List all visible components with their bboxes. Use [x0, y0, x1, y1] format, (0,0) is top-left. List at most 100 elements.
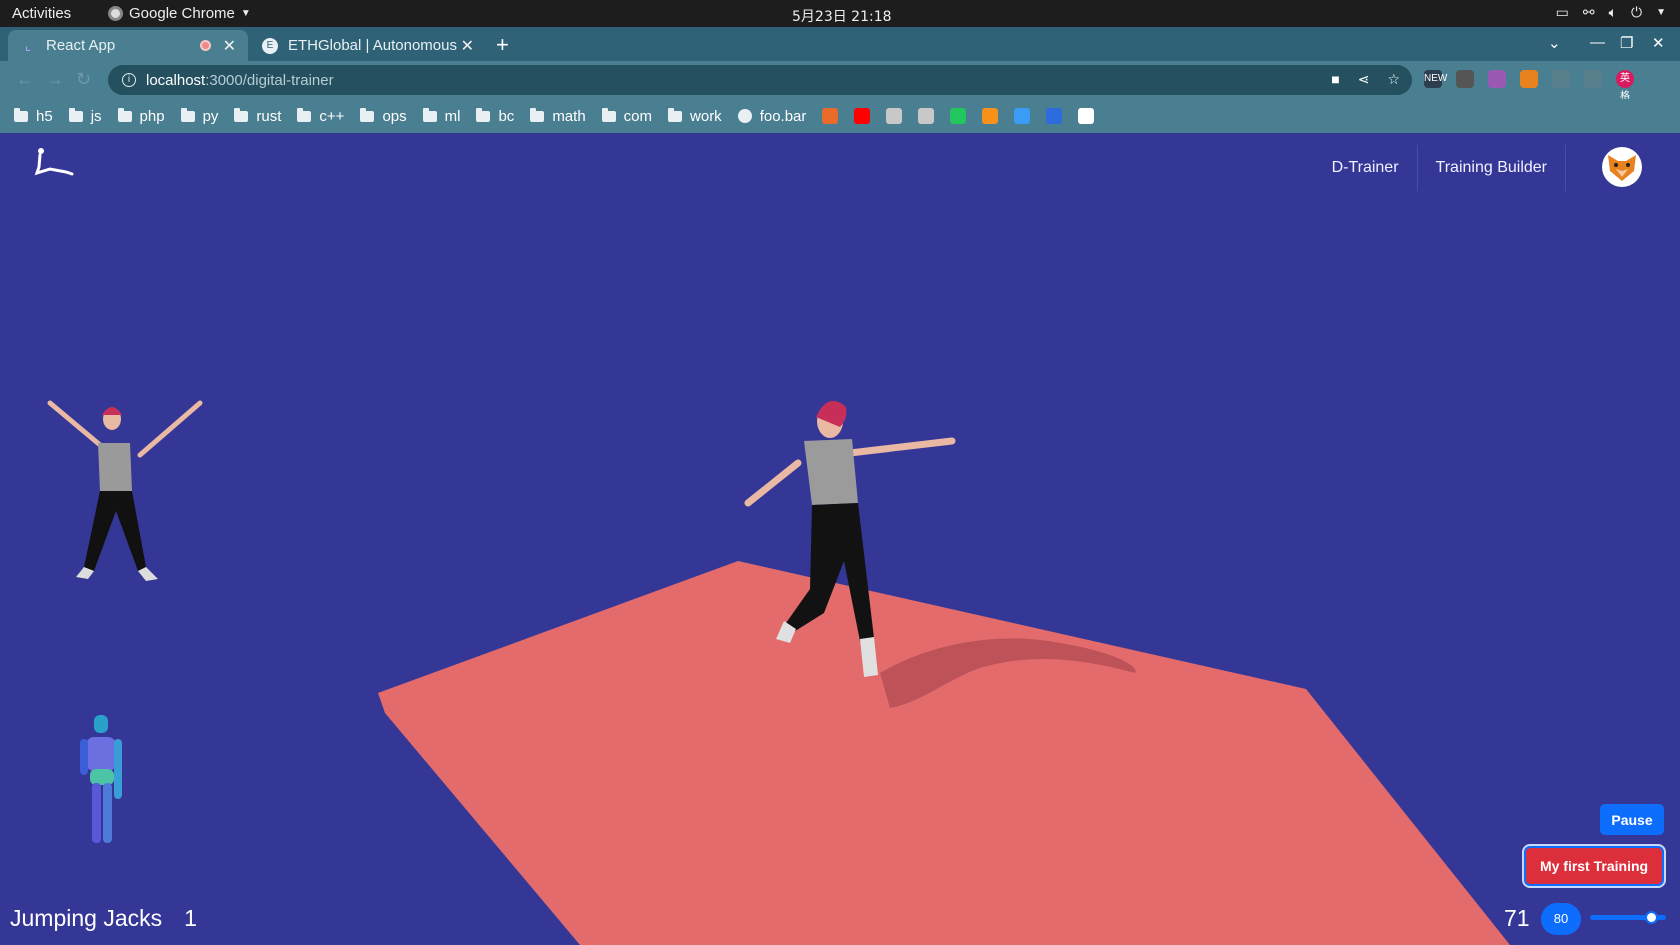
folder-icon	[476, 107, 491, 122]
tray-caret-icon[interactable]: ▼	[1656, 7, 1666, 18]
folder-icon	[530, 107, 545, 122]
new-extension-icon[interactable]: NEW	[1424, 70, 1447, 88]
close-tab-icon[interactable]: ✕	[461, 36, 474, 56]
eye-icon[interactable]	[886, 108, 903, 124]
digital-trainer-app: D-Trainer Training Builder Jumping Jacks…	[0, 133, 1680, 945]
metamask-extension-icon[interactable]	[1520, 70, 1538, 88]
bookmark-work[interactable]: work	[668, 107, 722, 125]
reference-pose-avatar	[47, 400, 203, 581]
profile-extension-icon[interactable]: 英格	[1616, 70, 1634, 102]
folder-icon	[180, 107, 195, 122]
paw-icon[interactable]	[1046, 108, 1063, 124]
tab-react-app[interactable]: ⌞ React App ✕	[8, 30, 248, 61]
arc-icon[interactable]	[822, 108, 839, 124]
exercise-count: 1	[184, 905, 197, 931]
folder-icon	[360, 107, 375, 122]
slider-thumb[interactable]	[1644, 911, 1658, 924]
bookmark-ml[interactable]: ml	[422, 107, 461, 125]
tab-title: React App	[46, 37, 116, 54]
nav-d-trainer[interactable]: D-Trainer	[1314, 145, 1418, 191]
tab-title: ETHGlobal | Autonomous	[288, 37, 457, 54]
tab-search-icon[interactable]: ⌄	[1548, 34, 1561, 52]
metamask-avatar[interactable]	[1602, 147, 1642, 187]
youtube-icon[interactable]	[854, 108, 871, 124]
puzzle-extension-icon[interactable]	[1584, 70, 1602, 88]
bookmark-label: js	[90, 107, 102, 125]
bookmark-h5[interactable]: h5	[14, 107, 53, 125]
recording-icon	[199, 40, 211, 51]
restore-icon[interactable]: ❐	[1620, 34, 1633, 52]
bookmarks-bar: h5 js php py rust c++ ops ml bc math com work foo.ba…	[0, 99, 1680, 133]
pause-button[interactable]: Pause	[1600, 804, 1664, 835]
app-menu-label: Google Chrome	[129, 5, 235, 22]
extensions-row: NEW 英格	[1424, 70, 1634, 102]
tab-ethglobal[interactable]: E ETHGlobal | Autonomous ✕	[250, 30, 486, 61]
reload-icon[interactable]: ↻	[76, 69, 91, 90]
bookmark-js[interactable]: js	[68, 107, 102, 125]
exercise-name: Jumping Jacks	[10, 905, 163, 931]
color-wheel-extension-icon[interactable]	[1488, 70, 1506, 88]
share-icon[interactable]: ⋖	[1358, 71, 1370, 88]
trainer-avatar	[744, 400, 956, 677]
bookmark-foo-bar[interactable]: foo.bar	[737, 108, 806, 125]
folder-icon	[234, 107, 249, 122]
folder-icon	[601, 107, 616, 122]
clock[interactable]: 5月23日 21:18	[792, 6, 892, 26]
gray-extension-icon[interactable]	[1552, 70, 1570, 88]
address-bar[interactable]: i localhost:3000/digital-trainer ■ ⋖ ☆	[108, 65, 1412, 95]
app-logo[interactable]	[34, 145, 76, 177]
glasses-extension-icon[interactable]	[1456, 70, 1474, 88]
bookmark-label: php	[139, 107, 165, 125]
folder-icon	[297, 107, 312, 122]
new-tab-icon[interactable]: +	[496, 32, 509, 58]
bookmark-py[interactable]: py	[180, 107, 218, 125]
bookmark-c-[interactable]: c++	[297, 107, 344, 125]
globe-icon	[737, 109, 752, 123]
activities-button[interactable]: Activities	[12, 5, 71, 22]
speed-slider[interactable]	[1590, 911, 1666, 924]
google-icon[interactable]	[1078, 108, 1095, 124]
my-first-training-button[interactable]: My first Training	[1522, 844, 1666, 888]
back-icon[interactable]: ←	[16, 69, 34, 90]
bookmark-com[interactable]: com	[601, 107, 653, 125]
bookmark-label: bc	[498, 107, 515, 125]
tab-strip: ⌞ React App ✕ E ETHGlobal | Autonomous ✕…	[0, 27, 1680, 61]
bookmark-php[interactable]: php	[117, 107, 165, 125]
bookmark-ops[interactable]: ops	[360, 107, 407, 125]
minimize-icon[interactable]: —	[1590, 34, 1605, 51]
eye-icon-2[interactable]	[918, 108, 935, 124]
system-tray[interactable]: ▭ ⚯ 🔈︎ ⏻ ▼	[1556, 4, 1666, 21]
bookmark-label: com	[623, 107, 653, 125]
react-favicon-icon: ⌞	[24, 37, 32, 53]
top-nav: D-Trainer Training Builder	[1314, 145, 1566, 191]
bookmark-star-icon[interactable]: ☆	[1387, 71, 1400, 88]
app-menu[interactable]: Google Chrome ▼	[108, 5, 251, 22]
fox-icon	[1608, 155, 1636, 181]
bitcoin-icon[interactable]	[982, 108, 999, 124]
site-info-icon[interactable]: i	[122, 73, 136, 87]
forward-icon[interactable]: →	[46, 69, 64, 90]
os-top-bar: Activities Google Chrome ▼ 5月23日 21:18 ▭…	[0, 0, 1680, 27]
fps-readout: 71	[1504, 905, 1530, 931]
browser-toolbar: ← → ↻ i localhost:3000/digital-trainer ■…	[0, 61, 1680, 102]
keyboard-icon[interactable]: ▭	[1556, 4, 1569, 21]
slider-value-badge: 80	[1541, 903, 1581, 935]
url-path: :3000/digital-trainer	[205, 71, 334, 89]
close-tab-icon[interactable]: ✕	[223, 36, 236, 56]
play-store-icon[interactable]	[950, 108, 967, 124]
k-icon[interactable]	[1014, 108, 1031, 124]
camera-icon[interactable]: ■	[1331, 71, 1339, 88]
bookmark-bc[interactable]: bc	[476, 107, 515, 125]
network-icon[interactable]: ⚯	[1583, 4, 1595, 21]
bookmark-label: rust	[256, 107, 282, 125]
bookmark-label: ml	[444, 107, 461, 125]
chrome-icon	[108, 6, 123, 21]
close-window-icon[interactable]: ✕	[1652, 34, 1665, 52]
bookmark-rust[interactable]: rust	[234, 107, 282, 125]
bookmark-math[interactable]: math	[530, 107, 586, 125]
nav-training-builder[interactable]: Training Builder	[1418, 145, 1566, 191]
folder-icon	[68, 107, 83, 122]
volume-icon[interactable]: 🔈︎	[1609, 4, 1617, 21]
power-icon[interactable]: ⏻	[1631, 4, 1642, 21]
url-host: localhost	[146, 71, 206, 89]
